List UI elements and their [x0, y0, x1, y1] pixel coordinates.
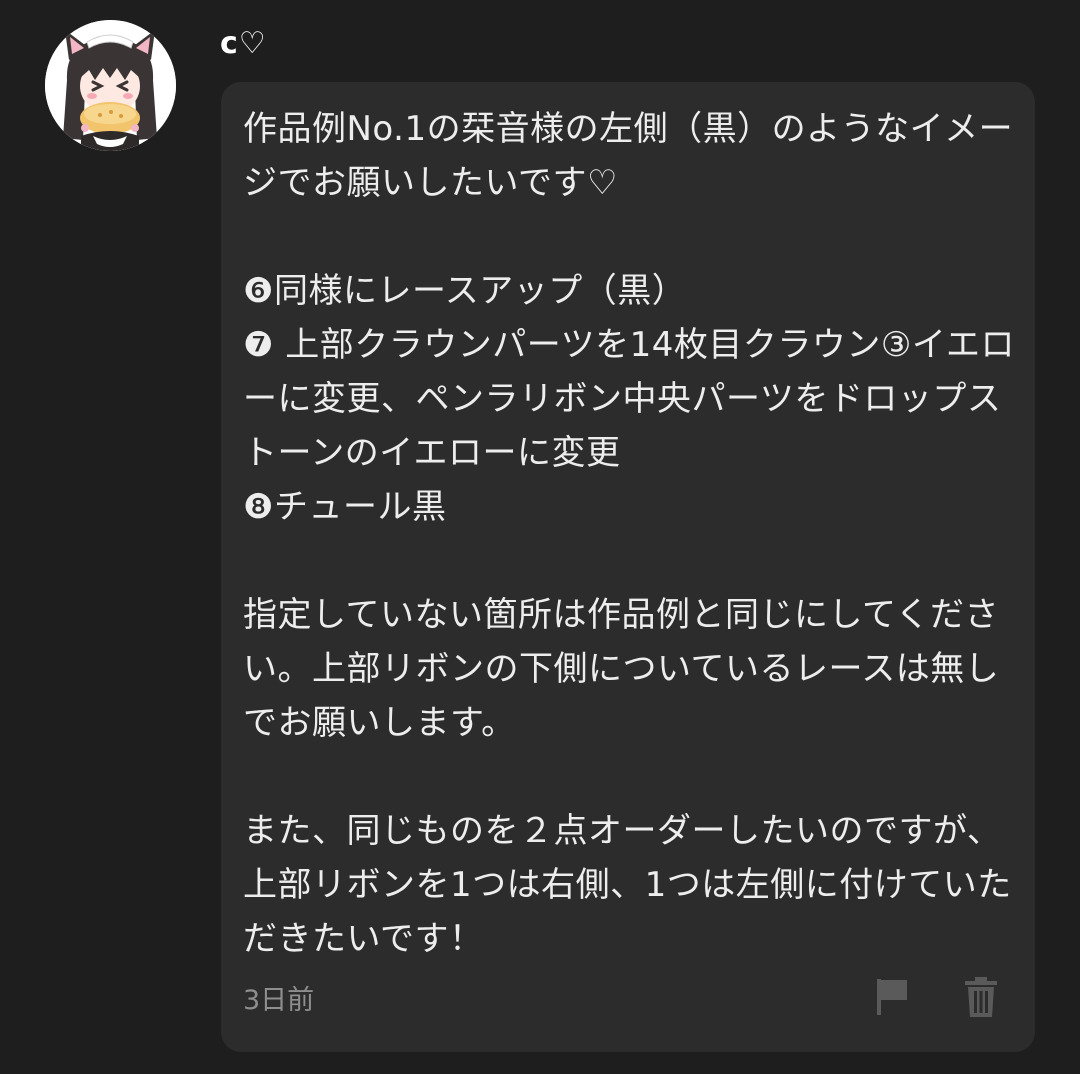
username[interactable]: c♡	[220, 26, 267, 61]
report-button[interactable]	[873, 975, 913, 1019]
delete-button[interactable]	[961, 975, 1001, 1019]
flag-icon	[877, 979, 907, 1015]
trash-icon	[965, 977, 997, 1017]
avatar[interactable]	[45, 20, 176, 151]
timestamp: 3日前	[243, 985, 315, 1016]
comment-text: 作品例No.1の栞音様の左側（黒）のようなイメージでお願いしたいです♡ ❻同様に…	[243, 109, 1016, 959]
comment-bubble: 作品例No.1の栞音様の左側（黒）のようなイメージでお願いしたいです♡ ❻同様に…	[221, 82, 1035, 1052]
avatar-image	[45, 20, 176, 151]
